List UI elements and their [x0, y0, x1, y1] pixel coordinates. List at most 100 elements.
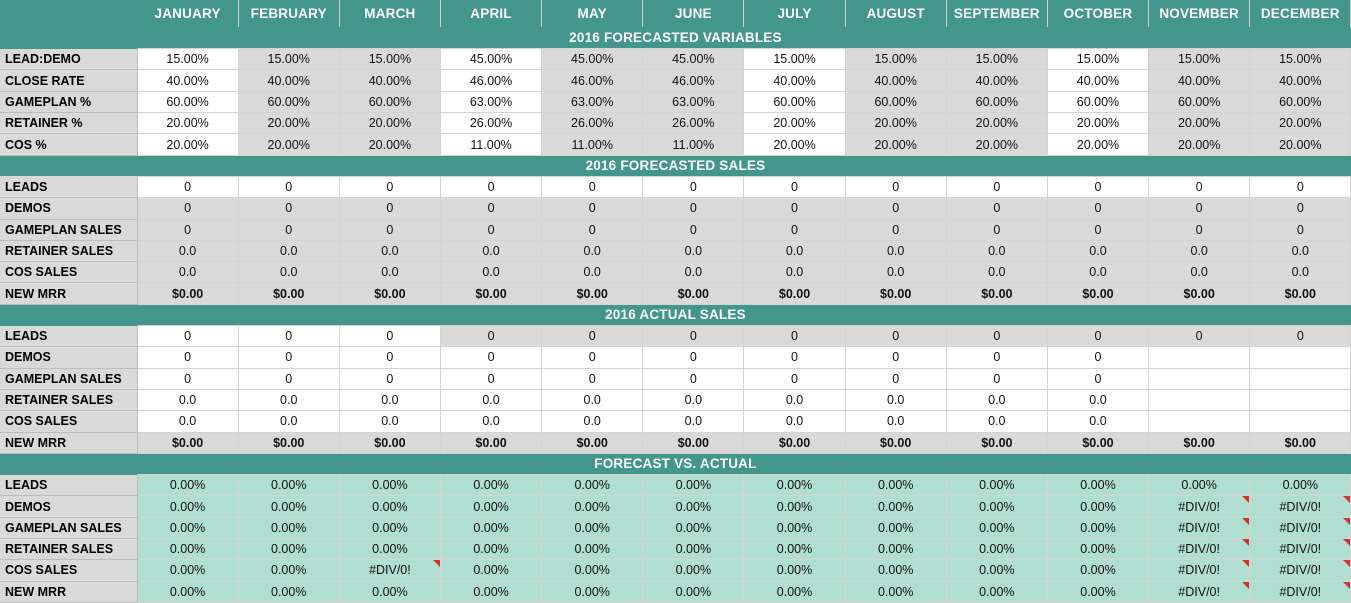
- data-cell[interactable]: 26.00%: [439, 112, 543, 135]
- data-cell[interactable]: $0.00: [642, 431, 745, 454]
- data-cell[interactable]: 15.00%: [1249, 48, 1351, 71]
- data-cell[interactable]: $0.00: [136, 282, 239, 305]
- data-cell[interactable]: 0: [1148, 175, 1251, 199]
- column-header-february[interactable]: FEBRUARY: [237, 0, 340, 28]
- data-cell[interactable]: 0: [1249, 197, 1351, 220]
- row-label[interactable]: RETAINER %: [0, 112, 138, 135]
- data-cell[interactable]: 20.00%: [1046, 133, 1150, 156]
- data-cell[interactable]: $0.00: [338, 282, 441, 305]
- column-header-march[interactable]: MARCH: [338, 0, 441, 28]
- data-cell[interactable]: 0: [642, 218, 745, 241]
- data-cell[interactable]: 0.00%: [541, 474, 644, 497]
- data-cell[interactable]: 0: [237, 175, 340, 199]
- row-label[interactable]: LEADS: [0, 176, 138, 199]
- row-label[interactable]: DEMOS: [0, 197, 138, 220]
- data-cell[interactable]: [1249, 367, 1351, 390]
- data-cell[interactable]: 0: [338, 197, 441, 220]
- data-cell[interactable]: 15.00%: [945, 48, 1048, 71]
- data-cell[interactable]: 0: [338, 346, 441, 369]
- data-cell[interactable]: 0.00%: [1046, 516, 1150, 540]
- data-cell[interactable]: 0.00%: [237, 537, 340, 561]
- data-cell[interactable]: $0.00: [1046, 431, 1150, 454]
- data-cell[interactable]: 60.00%: [945, 90, 1048, 114]
- data-cell[interactable]: 20.00%: [844, 112, 947, 135]
- data-cell[interactable]: 60.00%: [136, 90, 239, 114]
- data-cell[interactable]: 0.0: [237, 388, 340, 412]
- data-cell[interactable]: 0.00%: [844, 580, 947, 603]
- data-cell[interactable]: 0: [945, 197, 1048, 220]
- data-cell[interactable]: 0: [541, 346, 644, 369]
- data-cell[interactable]: 0: [136, 175, 239, 199]
- data-cell[interactable]: 0.00%: [136, 559, 239, 582]
- data-cell[interactable]: 15.00%: [1148, 48, 1251, 71]
- data-cell[interactable]: 0.00%: [844, 495, 947, 518]
- data-cell[interactable]: 0.00%: [136, 537, 239, 561]
- data-cell[interactable]: 0.00%: [1046, 495, 1150, 518]
- data-cell[interactable]: 0.0: [844, 388, 947, 412]
- data-cell[interactable]: 0: [743, 346, 846, 369]
- data-cell[interactable]: 0.00%: [439, 559, 543, 582]
- data-cell[interactable]: 0.0: [541, 388, 644, 412]
- data-cell[interactable]: 0.00%: [743, 537, 846, 561]
- data-cell[interactable]: 45.00%: [541, 48, 644, 71]
- data-cell[interactable]: 0.0: [338, 388, 441, 412]
- data-cell[interactable]: 0.00%: [439, 474, 543, 497]
- data-cell[interactable]: 0: [136, 367, 239, 390]
- data-cell[interactable]: #DIV/0!: [1249, 495, 1351, 518]
- data-cell[interactable]: 0: [1249, 218, 1351, 241]
- data-cell[interactable]: 0: [642, 175, 745, 199]
- data-cell[interactable]: $0.00: [1249, 282, 1351, 305]
- data-cell[interactable]: 0.0: [844, 239, 947, 263]
- data-cell[interactable]: [1249, 388, 1351, 412]
- data-cell[interactable]: 46.00%: [439, 69, 543, 92]
- data-cell[interactable]: 0.00%: [338, 580, 441, 603]
- data-cell[interactable]: 0: [642, 346, 745, 369]
- data-cell[interactable]: [1249, 410, 1351, 433]
- data-cell[interactable]: 11.00%: [439, 133, 543, 156]
- data-cell[interactable]: 0: [844, 218, 947, 241]
- data-cell[interactable]: 0.0: [237, 239, 340, 263]
- data-cell[interactable]: 0: [1249, 325, 1351, 348]
- data-cell[interactable]: 45.00%: [642, 48, 745, 71]
- data-cell[interactable]: 0.00%: [642, 580, 745, 603]
- data-cell[interactable]: 0: [642, 367, 745, 390]
- data-cell[interactable]: 40.00%: [1249, 69, 1351, 92]
- data-cell[interactable]: 40.00%: [945, 69, 1048, 92]
- data-cell[interactable]: 0: [439, 175, 543, 199]
- data-cell[interactable]: 15.00%: [237, 48, 340, 71]
- data-cell[interactable]: #DIV/0!: [338, 559, 441, 582]
- data-cell[interactable]: 20.00%: [945, 133, 1048, 156]
- row-label[interactable]: GAMEPLAN SALES: [0, 517, 138, 540]
- data-cell[interactable]: 0: [237, 197, 340, 220]
- data-cell[interactable]: 0.00%: [439, 516, 543, 540]
- data-cell[interactable]: $0.00: [945, 282, 1048, 305]
- data-cell[interactable]: 0: [237, 218, 340, 241]
- data-cell[interactable]: 0: [237, 325, 340, 348]
- data-cell[interactable]: 0.0: [1148, 261, 1251, 284]
- data-cell[interactable]: 0.00%: [439, 537, 543, 561]
- data-cell[interactable]: 0.0: [642, 410, 745, 433]
- row-label[interactable]: RETAINER SALES: [0, 240, 138, 263]
- data-cell[interactable]: 0: [844, 197, 947, 220]
- data-cell[interactable]: 0.00%: [844, 474, 947, 497]
- data-cell[interactable]: 0.0: [136, 388, 239, 412]
- data-cell[interactable]: 0: [1148, 197, 1251, 220]
- data-cell[interactable]: #DIV/0!: [1148, 516, 1251, 540]
- data-cell[interactable]: 0.00%: [541, 559, 644, 582]
- data-cell[interactable]: $0.00: [844, 431, 947, 454]
- column-header-november[interactable]: NOVEMBER: [1148, 0, 1251, 28]
- data-cell[interactable]: 0.00%: [439, 495, 543, 518]
- data-cell[interactable]: 0: [1148, 325, 1251, 348]
- data-cell[interactable]: 0.00%: [1046, 559, 1150, 582]
- data-cell[interactable]: 0.0: [237, 261, 340, 284]
- data-cell[interactable]: 0.00%: [136, 580, 239, 603]
- data-cell[interactable]: 0.0: [945, 410, 1048, 433]
- data-cell[interactable]: 0.0: [1249, 261, 1351, 284]
- data-cell[interactable]: 0.0: [136, 239, 239, 263]
- data-cell[interactable]: [1148, 346, 1251, 369]
- data-cell[interactable]: 0.0: [338, 261, 441, 284]
- row-label[interactable]: CLOSE RATE: [0, 69, 138, 92]
- data-cell[interactable]: 0.00%: [844, 537, 947, 561]
- data-cell[interactable]: 46.00%: [642, 69, 745, 92]
- data-cell[interactable]: 15.00%: [1046, 48, 1150, 71]
